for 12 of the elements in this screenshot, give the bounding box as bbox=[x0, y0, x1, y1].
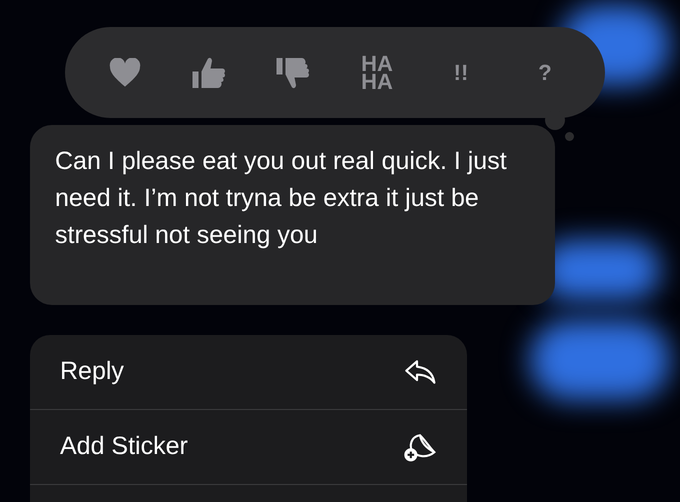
menu-item[interactable]: Add Sticker bbox=[30, 410, 467, 485]
reaction-label[interactable]: ? bbox=[523, 64, 567, 82]
heart-icon[interactable] bbox=[108, 58, 142, 88]
reaction-label[interactable]: HA HA bbox=[355, 54, 399, 90]
sticker-add-icon bbox=[403, 431, 437, 463]
reply-icon bbox=[405, 358, 437, 386]
menu-item-label: Reply bbox=[60, 356, 124, 388]
menu-item[interactable]: Reply bbox=[30, 335, 467, 410]
tapback-tail bbox=[565, 132, 574, 141]
message-text: Can I please eat you out real quick. I just need it. I’m not tryna be extra it just be stressful not seeing you bbox=[55, 146, 508, 251]
menu-item-label: Add Sticker bbox=[60, 431, 188, 462]
reaction-label[interactable]: !! bbox=[439, 64, 483, 82]
